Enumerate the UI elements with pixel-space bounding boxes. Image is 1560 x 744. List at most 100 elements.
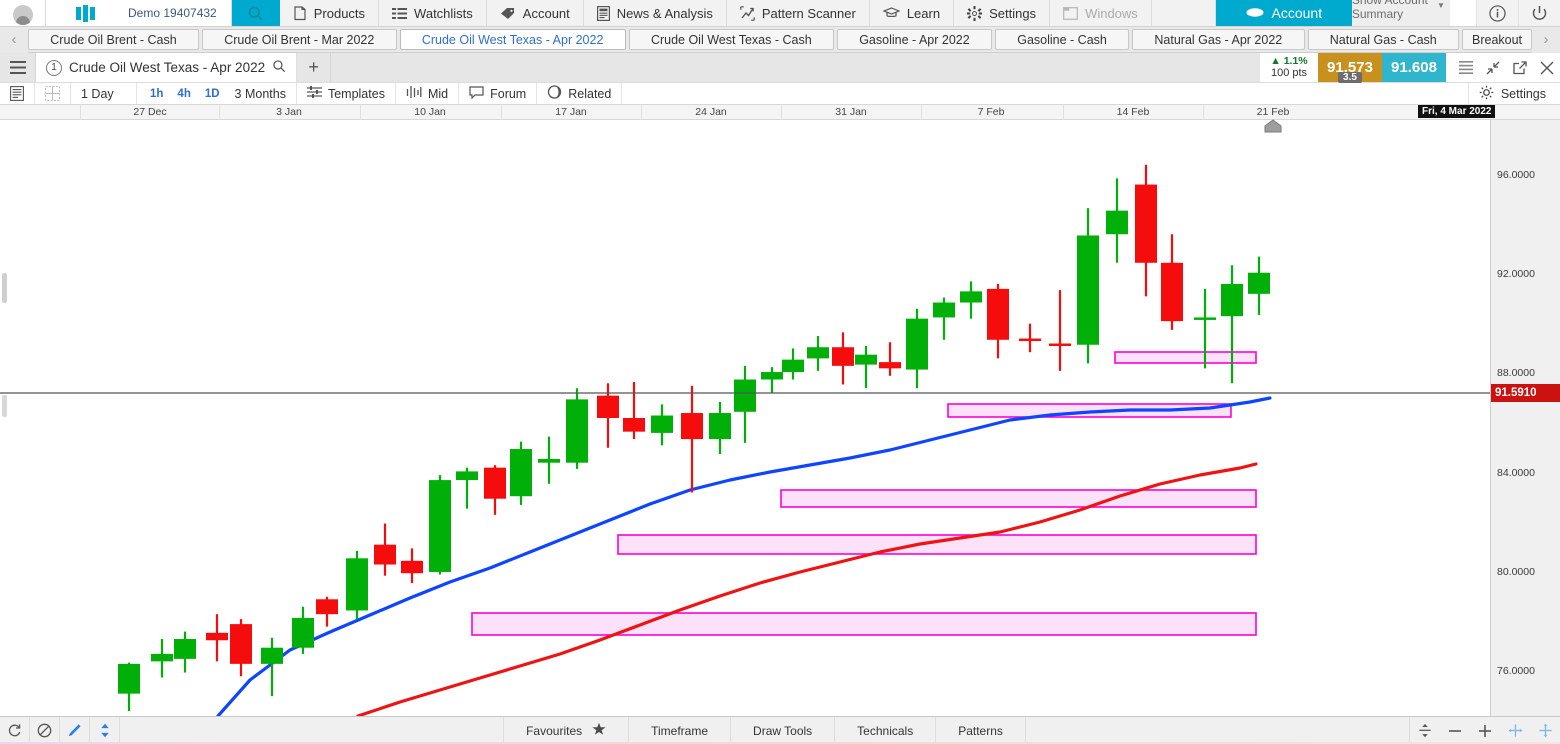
chart-settings-button[interactable]: Settings	[1469, 83, 1560, 104]
tab-gasoline-cash[interactable]: Gasoline - Cash	[994, 29, 1130, 50]
chart-range-label[interactable]: 3 Months	[235, 87, 286, 101]
demo-account-label[interactable]: Demo 19407432	[124, 0, 232, 26]
templates-button[interactable]: Templates	[297, 83, 396, 104]
zoom-in-button[interactable]	[1470, 717, 1500, 744]
nav-item-settings[interactable]: Settings	[954, 0, 1051, 26]
instrument-tab-bar: ‹ Crude Oil Brent - Cash Crude Oil Brent…	[0, 26, 1560, 53]
price-zone[interactable]	[471, 612, 1257, 636]
tab-breakout[interactable]: Breakout	[1462, 29, 1532, 50]
nav-item-watchlists[interactable]: Watchlists	[379, 0, 487, 26]
chevron-down-icon[interactable]: ▼	[1432, 0, 1450, 26]
gear-icon	[1479, 85, 1494, 103]
minimize-icon[interactable]	[1479, 53, 1506, 83]
popout-icon[interactable]	[1506, 53, 1533, 83]
chevron-right-icon[interactable]: ›	[1532, 26, 1560, 53]
chart-home-marker[interactable]	[1264, 119, 1282, 138]
mid-price-button[interactable]: Mid	[396, 83, 460, 104]
price-change-pts: 100 pts	[1270, 67, 1308, 80]
chart-x-axis[interactable]: 27 Dec 3 Jan 10 Jan 17 Jan 24 Jan 31 Jan 7 Feb…	[0, 105, 1560, 120]
price-zone[interactable]	[617, 534, 1257, 555]
candlestick-svg	[0, 164, 1490, 716]
close-icon[interactable]	[1533, 53, 1560, 83]
timeframe-1d[interactable]: 1D	[202, 88, 223, 100]
favourites-button[interactable]: Favourites	[504, 717, 630, 744]
info-icon[interactable]	[1476, 0, 1518, 26]
candlestick	[623, 381, 645, 440]
left-scroll-handle[interactable]	[2, 273, 7, 303]
nav-item-account[interactable]: Account	[486, 0, 584, 26]
left-scroll-handle-secondary[interactable]	[2, 395, 7, 417]
patterns-button[interactable]: Patterns	[936, 717, 1026, 744]
price-ticker: ▲ 1.1% 100 pts 91.573 3.5 91.608	[1260, 53, 1446, 83]
chart-y-axis[interactable]: 96.0000 92.0000 88.0000 84.0000 80.0000 76.00…	[1490, 120, 1560, 716]
current-price-tag[interactable]: 91.5910	[1491, 384, 1560, 402]
technicals-button[interactable]: Technicals	[835, 717, 937, 744]
price-zone[interactable]	[1114, 351, 1257, 364]
forum-button[interactable]: Forum	[459, 83, 538, 104]
candlestick	[1135, 164, 1157, 297]
timeframe-button[interactable]: Timeframe	[629, 717, 732, 744]
tab-gasoline-apr-2022[interactable]: Gasoline - Apr 2022	[836, 29, 992, 50]
x-axis-tick: 21 Feb	[1256, 106, 1290, 118]
tab-crude-oil-west-texas-apr-2022[interactable]: Crude Oil West Texas - Apr 2022	[399, 29, 626, 50]
tab-crude-oil-west-texas-cash[interactable]: Crude Oil West Texas - Cash	[628, 29, 834, 50]
candlestick	[1077, 208, 1099, 364]
bottom-toolbar-spacer-right	[1026, 717, 1410, 744]
no-entry-icon[interactable]	[30, 717, 60, 744]
nav-item-learn[interactable]: Learn	[869, 0, 955, 26]
candlestick	[960, 281, 982, 319]
favourites-label: Favourites	[526, 723, 583, 738]
chart-area[interactable]: 27 Dec 3 Jan 10 Jan 17 Jan 24 Jan 31 Jan 7 Feb…	[0, 105, 1560, 716]
chevron-left-icon[interactable]: ‹	[0, 26, 28, 53]
chart-period[interactable]: 1 Day	[71, 83, 137, 104]
horizontal-scale-icon[interactable]	[1500, 717, 1530, 744]
y-axis-tick: 96.0000	[1497, 168, 1535, 181]
y-axis-tick: 84.0000	[1497, 466, 1535, 479]
draw-tools-button[interactable]: Draw Tools	[731, 717, 836, 744]
search-icon[interactable]	[231, 0, 280, 26]
chart-toolbar: 1 Day 1h 4h 1D 3 Months Templates Mid Fo…	[0, 83, 1560, 105]
chart-type-button[interactable]	[0, 83, 35, 104]
tab-crude-oil-brent-mar-2022[interactable]: Crude Oil Brent - Mar 2022	[201, 29, 397, 50]
x-axis-separator	[1203, 105, 1204, 120]
user-avatar[interactable]	[0, 0, 46, 26]
x-axis-separator	[360, 105, 361, 120]
nav-item-news-analysis[interactable]: News & Analysis	[583, 0, 727, 26]
star-icon[interactable]	[592, 722, 606, 739]
menu-lines-icon[interactable]	[1452, 53, 1479, 83]
nav-item-windows[interactable]: Windows	[1050, 0, 1152, 26]
timeframe-selector[interactable]: 1h 4h 1D 3 Months	[137, 83, 297, 104]
zoom-out-button[interactable]	[1440, 717, 1470, 744]
top-navigation-bar: Demo 19407432 Products Watchlists Accoun…	[0, 0, 1560, 27]
related-button[interactable]: Related	[537, 83, 623, 104]
pencil-icon[interactable]	[60, 717, 90, 744]
ask-price-button[interactable]: 91.608	[1382, 53, 1446, 82]
timeframe-4h[interactable]: 4h	[174, 88, 193, 100]
candlestick	[734, 365, 756, 443]
nav-item-pattern-scanner[interactable]: Pattern Scanner	[726, 0, 870, 26]
show-account-summary[interactable]: Show Account Summary	[1351, 0, 1432, 26]
nav-item-products[interactable]: Products	[279, 0, 380, 26]
bid-price-button[interactable]: 91.573 3.5	[1318, 53, 1382, 83]
candlestick	[761, 367, 783, 394]
tab-crude-oil-brent-cash[interactable]: Crude Oil Brent - Cash	[28, 29, 199, 50]
account-panel-button[interactable]: Account	[1215, 0, 1352, 26]
tab-natural-gas-apr-2022[interactable]: Natural Gas - Apr 2022	[1132, 29, 1305, 50]
refresh-icon[interactable]	[0, 717, 30, 744]
price-change: ▲ 1.1% 100 pts	[1260, 53, 1318, 82]
grid-layout-button[interactable]	[35, 83, 71, 104]
price-zone[interactable]	[780, 489, 1257, 508]
vertical-scale-icon[interactable]	[1530, 717, 1560, 744]
chart-instrument-selector[interactable]: 1 Crude Oil West Texas - Apr 2022	[36, 53, 298, 82]
add-chart-button[interactable]: +	[297, 53, 332, 82]
search-icon[interactable]	[272, 59, 286, 76]
tab-natural-gas-cash[interactable]: Natural Gas - Cash	[1307, 29, 1460, 50]
timeframe-1h[interactable]: 1h	[147, 88, 166, 100]
fit-icon[interactable]	[1410, 717, 1440, 744]
candlestick	[1221, 265, 1243, 384]
chart-plot[interactable]	[0, 120, 1490, 716]
updown-arrows-icon[interactable]	[90, 717, 120, 744]
hamburger-icon[interactable]	[0, 53, 36, 82]
candlestick	[374, 523, 396, 576]
power-icon[interactable]	[1518, 0, 1560, 26]
